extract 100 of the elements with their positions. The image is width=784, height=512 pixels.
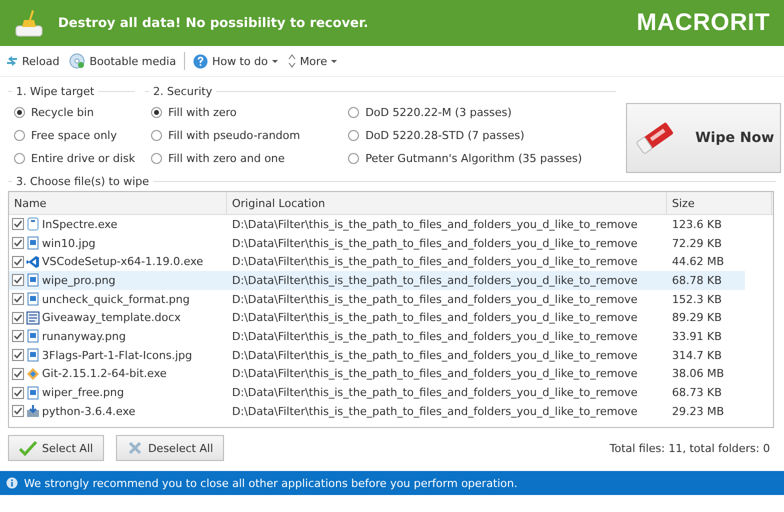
checkbox[interactable]	[12, 274, 24, 286]
sort-icon	[288, 54, 296, 68]
file-location: D:\Data\Filter\this_is_the_path_to_files_and_folders_you_d_like_to_remove	[231, 367, 638, 380]
file-size: 68.78 KB	[671, 274, 723, 287]
file-name: VSCodeSetup-x64-1.19.0.exe	[42, 255, 204, 268]
checkbox[interactable]	[12, 293, 24, 306]
logo: MACRORIT	[636, 9, 770, 37]
file-size: 123.6 KB	[671, 218, 723, 231]
status-message: We strongly recommend you to close all other applications before you perform operation.	[24, 476, 518, 490]
file-row[interactable]: Git-2.15.1.2-64-bit.exe D:\Data\Filter\this_is_the_path_to_files_and_folders_you_d_like_to_remove 38.06 MB	[9, 364, 745, 384]
checkbox[interactable]	[12, 256, 24, 268]
radio-option[interactable]: Fill with zero	[151, 101, 334, 124]
document-icon	[26, 310, 40, 325]
radio-button[interactable]	[151, 153, 162, 164]
file-location: D:\Data\Filter\this_is_the_path_to_files_and_folders_you_d_like_to_remove	[231, 218, 638, 231]
file-size: 314.7 KB	[671, 348, 723, 362]
image-file-icon	[26, 292, 40, 306]
help-icon	[193, 54, 208, 68]
file-row[interactable]: InSpectre.exe D:\Data\Filter\this_is_the_path_to_files_and_folders_you_d_like_to_remove 123.6 KB	[9, 215, 745, 234]
file-name: Git-2.15.1.2-64-bit.exe	[42, 367, 167, 380]
file-name: win10.jpg	[42, 236, 96, 250]
group-title: 1. Wipe target	[16, 84, 94, 98]
info-icon	[6, 477, 18, 489]
checkbox[interactable]	[12, 368, 24, 380]
group-title: 3. Choose file(s) to wipe	[16, 174, 150, 188]
file-location: D:\Data\Filter\this_is_the_path_to_files_and_folders_you_d_like_to_remove	[231, 274, 638, 287]
column-header[interactable]: Name	[9, 192, 227, 214]
file-location: D:\Data\Filter\this_is_the_path_to_files_and_folders_you_d_like_to_remove	[231, 330, 638, 343]
file-name: Giveaway_template.docx	[42, 311, 181, 324]
radio-button[interactable]	[14, 130, 25, 141]
checkbox[interactable]	[12, 218, 24, 230]
diamond-icon	[26, 366, 40, 381]
file-row[interactable]: 3Flags-Part-1-Flat-Icons.jpg D:\Data\Filter\this_is_the_path_to_files_and_folders_you_d_like_to_remove 314.7 KB	[9, 346, 745, 364]
toolbar-button[interactable]: Reload	[4, 52, 62, 70]
code-editor-icon	[26, 254, 40, 269]
radio-option[interactable]: Entire drive or disk	[14, 147, 136, 170]
image-file-icon	[26, 348, 40, 362]
checkbox[interactable]	[12, 330, 24, 342]
file-location: D:\Data\Filter\this_is_the_path_to_files_and_folders_you_d_like_to_remove	[231, 348, 638, 362]
radio-option[interactable]: DoD 5220.28-STD (7 passes)	[348, 124, 616, 147]
file-name: runanyway.png	[42, 330, 126, 343]
file-row[interactable]: wiper_free.png D:\Data\Filter\this_is_the_path_to_files_and_folders_you_d_like_to_remove 68.73 KB	[9, 383, 745, 402]
file-size: 89.29 KB	[671, 311, 723, 324]
file-name: wiper_free.png	[42, 386, 124, 400]
file-location: D:\Data\Filter\this_is_the_path_to_files_and_folders_you_d_like_to_remove	[231, 404, 638, 418]
radio-option[interactable]: Recycle bin	[14, 101, 136, 124]
disc-icon	[69, 53, 86, 69]
radio-button[interactable]	[348, 130, 360, 141]
radio-option[interactable]: Peter Gutmann's Algorithm (35 passes)	[348, 147, 616, 170]
cross-icon	[127, 440, 144, 456]
file-size: 72.29 KB	[671, 236, 723, 250]
installer-icon	[26, 404, 40, 418]
deselect-all-button[interactable]: Deselect All	[116, 435, 224, 461]
file-row[interactable]: runanyway.png D:\Data\Filter\this_is_the_path_to_files_and_folders_you_d_like_to_remove 33.91 KB	[9, 327, 745, 346]
toolbar-button[interactable]: How to do	[191, 52, 280, 70]
radio-button[interactable]	[151, 130, 162, 141]
check-icon	[19, 440, 37, 456]
file-size: 68.73 KB	[671, 386, 723, 400]
radio-button[interactable]	[14, 153, 25, 164]
column-header[interactable]: Original Location	[227, 192, 667, 214]
file-row[interactable]: Giveaway_template.docx D:\Data\Filter\this_is_the_path_to_files_and_folders_you_d_like_to_remove 89.29 KB	[9, 308, 745, 328]
image-file-icon	[26, 329, 40, 344]
radio-button[interactable]	[151, 107, 162, 118]
radio-option[interactable]: Free space only	[14, 124, 136, 147]
application-icon	[26, 217, 40, 232]
file-row[interactable]: VSCodeSetup-x64-1.19.0.exe D:\Data\Filter\this_is_the_path_to_files_and_folders_you_d_like_to_remove 44.62 MB	[9, 252, 745, 272]
file-row[interactable]: uncheck_quick_format.png D:\Data\Filter\this_is_the_path_to_files_and_folders_you_d_like_to_remove 152.3 KB	[9, 290, 745, 308]
radio-button[interactable]	[348, 107, 360, 118]
radio-option[interactable]: DoD 5220.22-M (3 passes)	[348, 101, 616, 124]
file-row[interactable]: win10.jpg D:\Data\Filter\this_is_the_path_to_files_and_folders_you_d_like_to_remove 72.29 KB	[9, 234, 745, 252]
checkbox[interactable]	[12, 405, 24, 418]
file-name: wipe_pro.png	[42, 274, 116, 287]
checkbox[interactable]	[12, 312, 24, 324]
broom-drive-icon	[14, 8, 44, 38]
checkbox[interactable]	[12, 237, 24, 250]
file-size: 33.91 KB	[671, 330, 723, 343]
image-file-icon	[26, 386, 40, 400]
toolbar-button[interactable]: Bootable media	[67, 51, 178, 71]
file-row[interactable]: python-3.6.4.exe D:\Data\Filter\this_is_the_path_to_files_and_folders_you_d_like_to_remove 29.23 MB	[9, 402, 745, 421]
file-size: 38.06 MB	[671, 367, 726, 380]
checkbox[interactable]	[12, 349, 24, 362]
radio-button[interactable]	[348, 153, 360, 164]
file-location: D:\Data\Filter\this_is_the_path_to_files_and_folders_you_d_like_to_remove	[231, 386, 638, 400]
reload-icon	[6, 54, 18, 68]
toolbar-button[interactable]: More	[286, 52, 340, 70]
group-title: 2. Security	[153, 84, 212, 98]
file-size: 44.62 MB	[671, 255, 726, 268]
image-file-icon	[26, 273, 40, 288]
file-location: D:\Data\Filter\this_is_the_path_to_files_and_folders_you_d_like_to_remove	[231, 311, 638, 324]
column-header[interactable]: Size	[667, 192, 772, 214]
radio-option[interactable]: Fill with zero and one	[151, 147, 334, 170]
wipe-now-button[interactable]: Wipe Now	[626, 103, 782, 173]
radio-button[interactable]	[14, 107, 25, 118]
warning-message: Destroy all data! No possibility to recover.	[58, 16, 370, 30]
checkbox[interactable]	[12, 386, 24, 399]
select-all-button[interactable]: Select All	[8, 435, 104, 461]
file-location: D:\Data\Filter\this_is_the_path_to_files_and_folders_you_d_like_to_remove	[231, 292, 638, 306]
file-size: 29.23 MB	[671, 404, 726, 418]
file-row[interactable]: wipe_pro.png D:\Data\Filter\this_is_the_path_to_files_and_folders_you_d_like_to_remove 68.78 KB	[9, 271, 745, 290]
radio-option[interactable]: Fill with pseudo-random	[151, 124, 334, 147]
